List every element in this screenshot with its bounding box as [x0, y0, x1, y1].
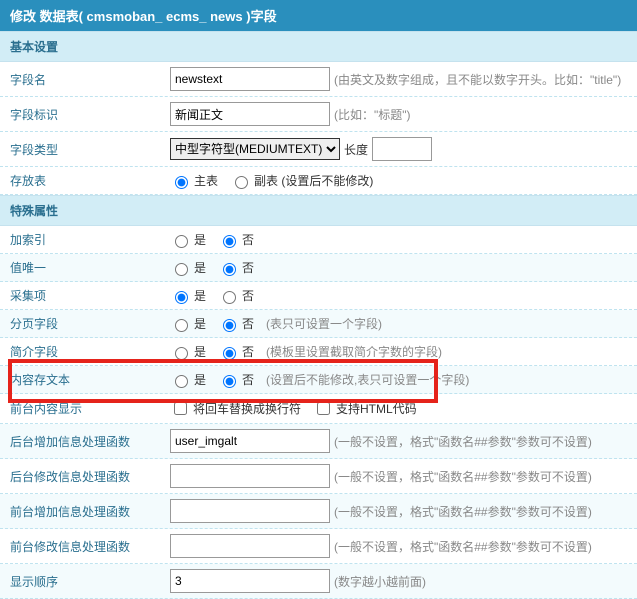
label-front-add: 前台增加信息处理函数: [10, 503, 170, 520]
radio-index-yes[interactable]: 是: [170, 231, 206, 248]
row-front-edit: 前台修改信息处理函数 (一般不设置，格式"函数名##参数"参数可不设置): [0, 529, 637, 564]
label-front-display: 前台内容显示: [10, 400, 170, 417]
radio-index-no[interactable]: 否: [218, 231, 254, 248]
label-field-name: 字段名: [10, 71, 170, 88]
hint-page: (表只可设置一个字段): [266, 315, 382, 332]
row-content: 内容存文本 是 否 (设置后不能修改,表只可设置一个字段): [0, 366, 637, 394]
row-back-add: 后台增加信息处理函数 (一般不设置，格式"函数名##参数"参数可不设置): [0, 424, 637, 459]
input-order[interactable]: [170, 569, 330, 593]
label-back-add: 后台增加信息处理函数: [10, 433, 170, 450]
section-basic: 基本设置: [0, 31, 637, 62]
row-unique: 值唯一 是 否: [0, 254, 637, 282]
hint-content: (设置后不能修改,表只可设置一个字段): [266, 371, 469, 388]
row-front-display: 前台内容显示 将回车替换成换行符 支持HTML代码: [0, 394, 637, 424]
radio-page-yes[interactable]: 是: [170, 315, 206, 332]
row-page: 分页字段 是 否 (表只可设置一个字段): [0, 310, 637, 338]
page-title: 修改 数据表( cmsmoban_ ecms_ news )字段: [0, 0, 637, 31]
row-field-ident: 字段标识 (比如："标题"): [0, 97, 637, 132]
row-front-add: 前台增加信息处理函数 (一般不设置，格式"函数名##参数"参数可不设置): [0, 494, 637, 529]
radio-content-no[interactable]: 否: [218, 371, 254, 388]
row-back-edit: 后台修改信息处理函数 (一般不设置，格式"函数名##参数"参数可不设置): [0, 459, 637, 494]
input-back-add[interactable]: [170, 429, 330, 453]
input-front-add[interactable]: [170, 499, 330, 523]
radio-store-main[interactable]: 主表: [170, 172, 218, 189]
radio-collect-no[interactable]: 否: [218, 287, 254, 304]
row-index: 加索引 是 否: [0, 226, 637, 254]
hint-field-ident: (比如："标题"): [334, 106, 411, 123]
label-content: 内容存文本: [10, 371, 170, 388]
radio-store-sub[interactable]: 副表 (设置后不能修改): [230, 172, 373, 189]
label-length: 长度: [344, 141, 368, 158]
radio-content-yes[interactable]: 是: [170, 371, 206, 388]
label-unique: 值唯一: [10, 259, 170, 276]
hint-field-name: (由英文及数字组成，且不能以数字开头。比如："title"): [334, 71, 621, 88]
radio-unique-yes[interactable]: 是: [170, 259, 206, 276]
label-field-type: 字段类型: [10, 141, 170, 158]
row-order: 显示顺序 (数字越小越前面): [0, 564, 637, 599]
label-field-ident: 字段标识: [10, 106, 170, 123]
label-front-edit: 前台修改信息处理函数: [10, 538, 170, 555]
row-intro: 简介字段 是 否 (模板里设置截取简介字数的字段): [0, 338, 637, 366]
hint-intro: (模板里设置截取简介字数的字段): [266, 343, 442, 360]
row-field-name: 字段名 (由英文及数字组成，且不能以数字开头。比如："title"): [0, 62, 637, 97]
hint-front-add: (一般不设置，格式"函数名##参数"参数可不设置): [334, 503, 592, 520]
form-page: 修改 数据表( cmsmoban_ ecms_ news )字段 基本设置 字段…: [0, 0, 637, 599]
section-special: 特殊属性: [0, 195, 637, 226]
label-intro: 简介字段: [10, 343, 170, 360]
label-index: 加索引: [10, 231, 170, 248]
row-field-type: 字段类型 中型字符型(MEDIUMTEXT) 长度: [0, 132, 637, 167]
hint-front-edit: (一般不设置，格式"函数名##参数"参数可不设置): [334, 538, 592, 555]
input-front-edit[interactable]: [170, 534, 330, 558]
input-field-name[interactable]: [170, 67, 330, 91]
select-field-type[interactable]: 中型字符型(MEDIUMTEXT): [170, 138, 340, 160]
radio-collect-yes[interactable]: 是: [170, 287, 206, 304]
radio-unique-no[interactable]: 否: [218, 259, 254, 276]
label-store: 存放表: [10, 172, 170, 189]
input-field-ident[interactable]: [170, 102, 330, 126]
radio-intro-yes[interactable]: 是: [170, 343, 206, 360]
radio-page-no[interactable]: 否: [218, 315, 254, 332]
label-back-edit: 后台修改信息处理函数: [10, 468, 170, 485]
hint-back-edit: (一般不设置，格式"函数名##参数"参数可不设置): [334, 468, 592, 485]
hint-back-add: (一般不设置，格式"函数名##参数"参数可不设置): [334, 433, 592, 450]
label-order: 显示顺序: [10, 573, 170, 590]
row-collect: 采集项 是 否: [0, 282, 637, 310]
input-back-edit[interactable]: [170, 464, 330, 488]
label-page: 分页字段: [10, 315, 170, 332]
label-collect: 采集项: [10, 287, 170, 304]
radio-intro-no[interactable]: 否: [218, 343, 254, 360]
input-length[interactable]: [372, 137, 432, 161]
hint-order: (数字越小越前面): [334, 573, 426, 590]
row-store: 存放表 主表 副表 (设置后不能修改): [0, 167, 637, 195]
check-br[interactable]: 将回车替换成换行符: [170, 399, 301, 418]
check-html[interactable]: 支持HTML代码: [313, 399, 417, 418]
